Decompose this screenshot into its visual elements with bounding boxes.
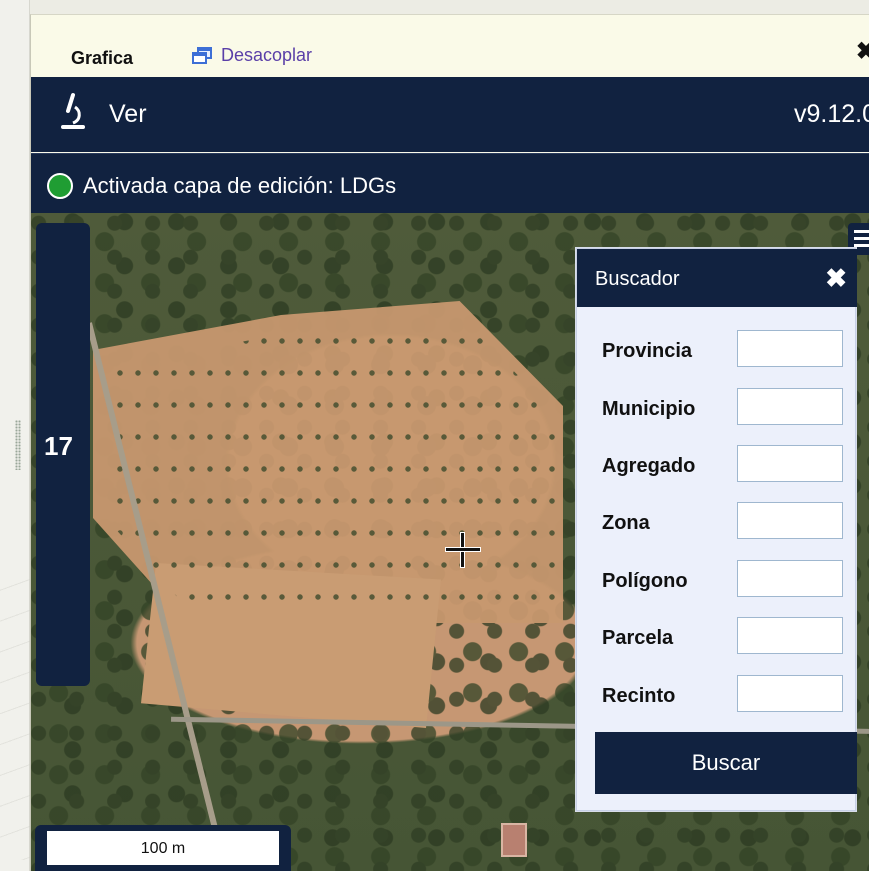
version-label: v9.12.0 (793, 100, 869, 128)
tab-grafica[interactable]: Grafica (71, 48, 133, 69)
municipio-input[interactable] (737, 388, 843, 425)
edit-layer-status-text: Activada capa de edición: LDGs (83, 173, 397, 198)
parcela-input[interactable] (737, 617, 843, 654)
zoom-bar[interactable]: 17 (36, 223, 90, 686)
crosshair-icon (446, 533, 480, 567)
search-panel: Buscador ✖ Provincia Municipio Agregado … (576, 248, 857, 811)
resize-handle[interactable] (15, 420, 21, 470)
search-button[interactable]: Buscar (595, 732, 857, 794)
search-title: Buscador (595, 268, 680, 290)
recinto-input[interactable] (737, 675, 843, 712)
agregado-input[interactable] (737, 445, 843, 482)
field-label: Agregado (602, 455, 696, 477)
edit-layer-status-bar: Activada capa de edición: LDGs (31, 153, 869, 213)
field-municipio: Municipio (577, 388, 857, 426)
field-label: Municipio (602, 398, 696, 420)
map-canvas[interactable]: 17 Buscador ✖ Provincia Municipio Agrega… (31, 213, 869, 871)
close-icon[interactable]: ✖ (825, 263, 847, 294)
field-provincia: Provincia (577, 330, 857, 368)
graphics-panel: Grafica Desacoplar ✖ Ver v9.12.0 Activad… (30, 14, 869, 871)
microscope-icon (61, 93, 85, 129)
app-root: Grafica Desacoplar ✖ Ver v9.12.0 Activad… (0, 0, 869, 871)
close-icon[interactable]: ✖ (856, 37, 869, 66)
tab-bar: Grafica Desacoplar ✖ (31, 15, 869, 77)
undock-link[interactable]: Desacoplar (192, 45, 312, 66)
field-label: Zona (602, 512, 650, 534)
zoom-level: 17 (44, 431, 73, 461)
field-label: Parcela (602, 627, 674, 649)
background-lines (0, 560, 30, 860)
field-agregado: Agregado (577, 445, 857, 483)
undock-label: Desacoplar (221, 45, 313, 65)
poligono-input[interactable] (737, 560, 843, 597)
map-building (501, 823, 527, 857)
zona-input[interactable] (737, 502, 843, 539)
field-label: Polígono (602, 570, 688, 592)
field-label: Recinto (602, 685, 676, 707)
provincia-input[interactable] (737, 330, 843, 367)
status-indicator-icon (47, 173, 73, 199)
undock-icon (192, 46, 214, 65)
left-background-strip (0, 0, 30, 871)
field-poligono: Polígono (577, 560, 857, 598)
ver-menu[interactable]: Ver (109, 100, 147, 129)
field-zona: Zona (577, 502, 857, 540)
field-recinto: Recinto (577, 675, 857, 713)
field-parcela: Parcela (577, 617, 857, 655)
scale-bar: 100 m (35, 825, 291, 871)
search-panel-header: Buscador ✖ (577, 249, 857, 307)
scale-label: 100 m (45, 831, 281, 867)
view-toolbar: Ver v9.12.0 (31, 77, 869, 152)
field-label: Provincia (602, 340, 693, 362)
